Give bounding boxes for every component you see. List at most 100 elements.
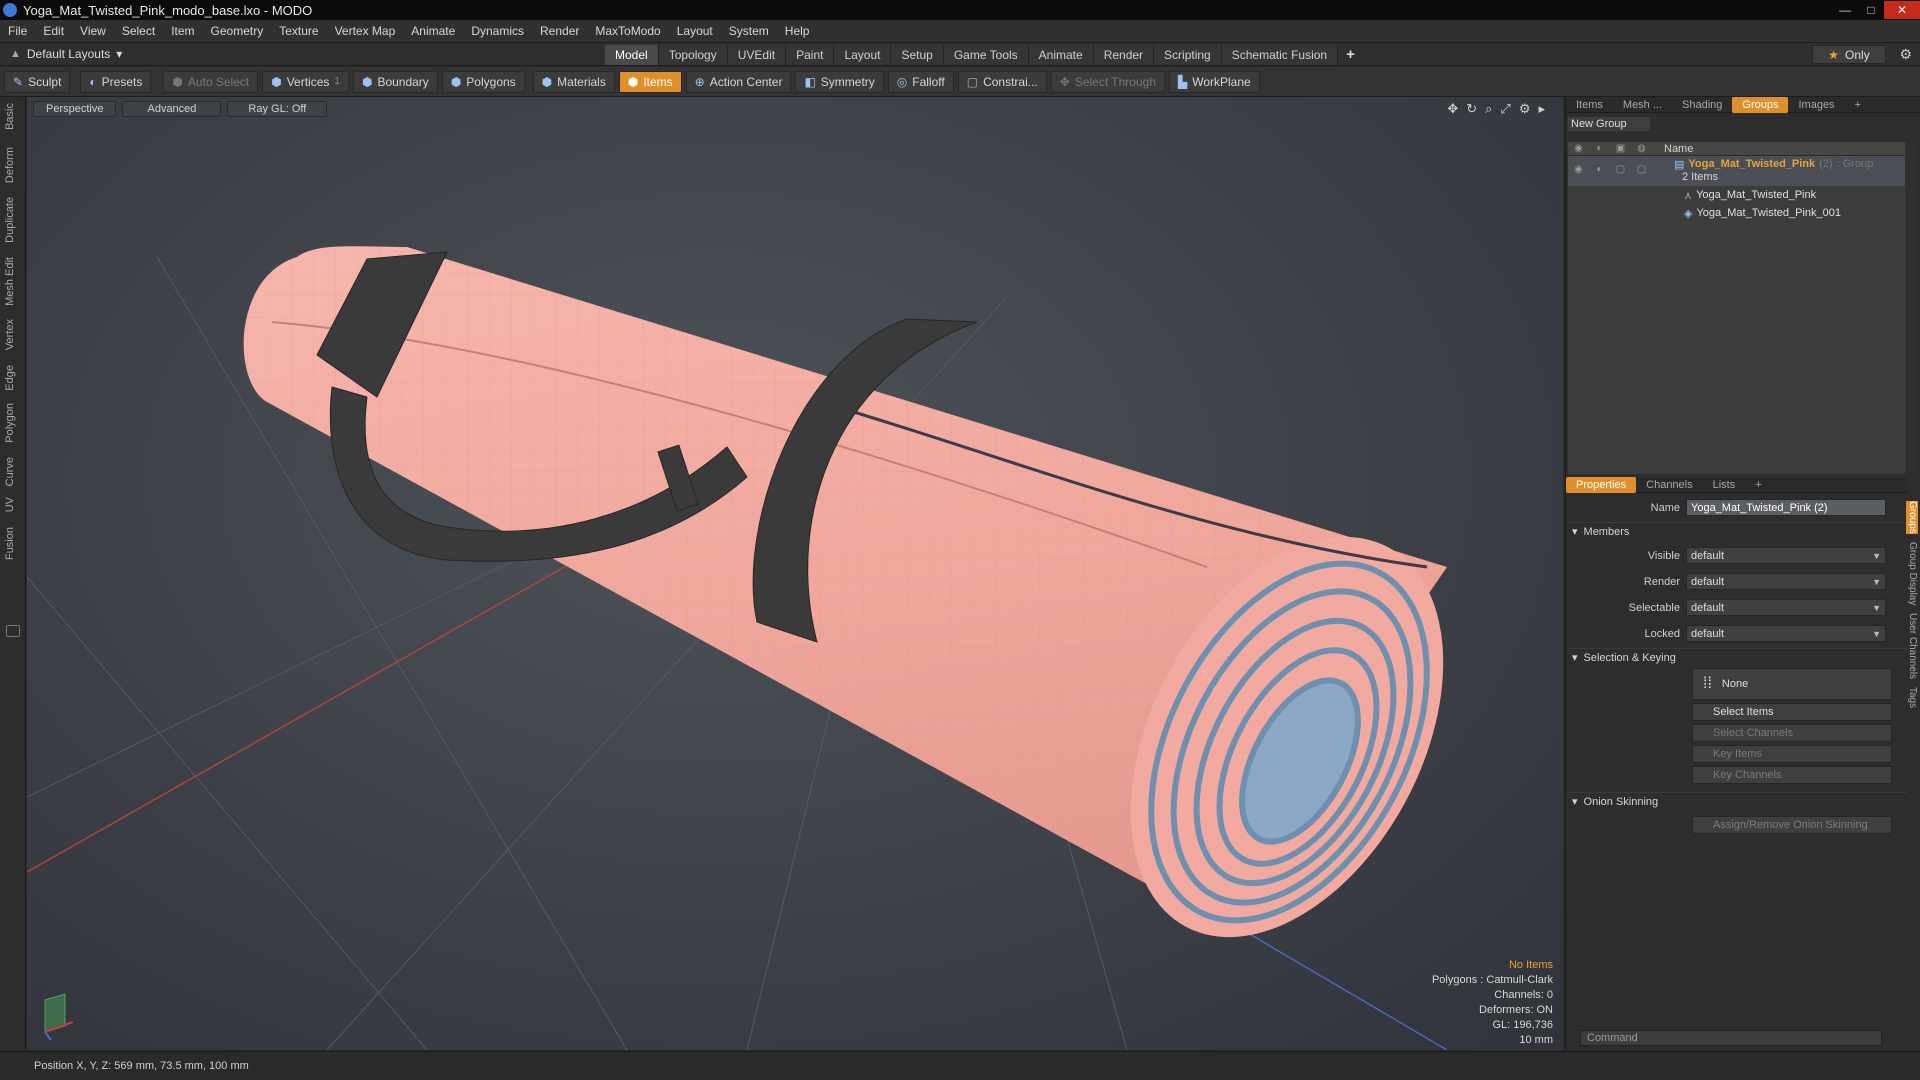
- tab-layout[interactable]: Layout: [834, 45, 892, 65]
- menu-system[interactable]: System: [721, 20, 777, 43]
- keying-mode-button[interactable]: ⁞⁞ None: [1692, 668, 1892, 700]
- only-button[interactable]: ★ Only: [1812, 45, 1886, 64]
- gear-icon[interactable]: ⚙: [1899, 46, 1912, 63]
- tab-images[interactable]: Images: [1788, 97, 1844, 113]
- visible-dropdown[interactable]: default ▼: [1686, 547, 1886, 564]
- menu-select[interactable]: Select: [114, 20, 163, 43]
- expand-panel-icon[interactable]: [6, 625, 20, 637]
- raygl-toggle[interactable]: Ray GL: Off: [227, 101, 328, 117]
- group-child-row[interactable]: ⋏ Yoga_Mat_Twisted_Pink: [1568, 186, 1905, 204]
- maximize-button[interactable]: □: [1858, 1, 1884, 19]
- maximize-viewport-icon[interactable]: ⤢: [1500, 101, 1510, 117]
- menu-view[interactable]: View: [72, 20, 114, 43]
- vertices-button[interactable]: ⬢ Vertices 1: [262, 70, 349, 93]
- tab-setup[interactable]: Setup: [891, 45, 944, 65]
- menu-layout[interactable]: Layout: [669, 20, 721, 43]
- menu-render[interactable]: Render: [532, 20, 587, 43]
- tab-render[interactable]: Render: [1093, 45, 1155, 65]
- tab-properties[interactable]: Properties: [1566, 476, 1637, 493]
- symmetry-button[interactable]: ◧ Symmetry: [795, 70, 884, 93]
- constraints-button[interactable]: ▢ Constrai...: [957, 70, 1047, 93]
- view-perspective-button[interactable]: Perspective: [33, 101, 117, 117]
- selection-keying-section[interactable]: ▾ Selection & Keying: [1566, 648, 1907, 666]
- items-button[interactable]: ⬢ Items: [618, 70, 682, 93]
- tab-topology[interactable]: Topology: [658, 45, 728, 65]
- tab-scripting[interactable]: Scripting: [1154, 45, 1222, 65]
- name-field[interactable]: Yoga_Mat_Twisted_Pink (2): [1686, 499, 1886, 516]
- tab-groups[interactable]: Groups: [1732, 96, 1789, 113]
- visibility-toggle-icon[interactable]: ◉: [1568, 164, 1589, 175]
- render-dropdown[interactable]: default ▼: [1686, 573, 1886, 590]
- menu-maxtomodo[interactable]: MaxToModo: [587, 20, 668, 43]
- lock-toggle-icon[interactable]: ▢: [1610, 164, 1631, 175]
- workplane-button[interactable]: ▙ WorkPlane: [1169, 70, 1260, 93]
- left-tab-polygon[interactable]: Polygon: [4, 403, 22, 443]
- select-toggle-icon[interactable]: ▢: [1631, 164, 1652, 175]
- presets-button[interactable]: ◐ Presets: [80, 70, 152, 93]
- menu-geometry[interactable]: Geometry: [203, 20, 272, 43]
- onion-skinning-section[interactable]: ▾ Onion Skinning: [1566, 792, 1907, 810]
- left-tab-mesh-edit[interactable]: Mesh Edit: [4, 257, 22, 306]
- falloff-button[interactable]: ◎ Falloff: [887, 70, 954, 93]
- tab-lists[interactable]: Lists: [1703, 477, 1746, 493]
- tab-shading[interactable]: Shading: [1672, 97, 1732, 113]
- rotate-icon[interactable]: ↻: [1466, 101, 1477, 117]
- tab-schematic-fusion[interactable]: Schematic Fusion: [1221, 45, 1339, 65]
- side-tab-group-display[interactable]: Group Display: [1906, 542, 1918, 605]
- menu-edit[interactable]: Edit: [35, 20, 72, 43]
- side-tab-user-channels[interactable]: User Channels: [1906, 613, 1918, 679]
- onion-skinning-button[interactable]: Assign/Remove Onion Skinning: [1692, 816, 1892, 834]
- select-channels-button[interactable]: Select Channels: [1692, 724, 1892, 742]
- tab-uvedit[interactable]: UVEdit: [727, 45, 787, 65]
- tab-model[interactable]: Model: [605, 45, 659, 65]
- minimize-button[interactable]: —: [1832, 1, 1858, 19]
- pan-icon[interactable]: ✥: [1447, 101, 1458, 117]
- tab-items[interactable]: Items: [1566, 97, 1613, 113]
- tab-game-tools[interactable]: Game Tools: [943, 45, 1029, 65]
- command-input[interactable]: Command: [1580, 1030, 1882, 1046]
- group-child-row[interactable]: ◈ Yoga_Mat_Twisted_Pink_001: [1568, 204, 1905, 222]
- render-toggle-icon[interactable]: ◐: [1589, 164, 1610, 175]
- close-button[interactable]: ✕: [1884, 1, 1920, 19]
- left-tab-vertex[interactable]: Vertex: [4, 319, 22, 350]
- left-tab-curve[interactable]: Curve: [4, 457, 22, 486]
- side-tab-tags[interactable]: Tags: [1906, 687, 1918, 708]
- menu-texture[interactable]: Texture: [271, 20, 326, 43]
- play-icon[interactable]: ▸: [1538, 101, 1545, 117]
- selectable-dropdown[interactable]: default ▼: [1686, 599, 1886, 616]
- menu-animate[interactable]: Animate: [403, 20, 463, 43]
- add-panel-tab[interactable]: +: [1845, 97, 1871, 113]
- key-items-button[interactable]: Key Items: [1692, 745, 1892, 763]
- menu-help[interactable]: Help: [777, 20, 818, 43]
- locked-dropdown[interactable]: default ▼: [1686, 625, 1886, 642]
- new-group-button[interactable]: New Group: [1568, 117, 1650, 131]
- viewport-settings-icon[interactable]: ⚙: [1519, 101, 1531, 117]
- auto-select-button[interactable]: ⬢ Auto Select: [163, 70, 259, 93]
- left-tab-basic[interactable]: Basic: [4, 103, 22, 130]
- select-items-button[interactable]: Select Items: [1692, 703, 1892, 721]
- sculpt-button[interactable]: ✎ Sculpt: [4, 70, 71, 93]
- tab-mesh[interactable]: Mesh ...: [1613, 97, 1672, 113]
- tab-paint[interactable]: Paint: [786, 45, 835, 65]
- members-section[interactable]: ▾ Members: [1566, 522, 1907, 540]
- menu-item[interactable]: Item: [163, 20, 202, 43]
- tab-channels[interactable]: Channels: [1636, 477, 1702, 493]
- select-through-button[interactable]: ✥ Select Through: [1050, 70, 1165, 93]
- left-tab-duplicate[interactable]: Duplicate: [4, 197, 22, 243]
- menu-file[interactable]: File: [0, 20, 35, 43]
- polygons-button[interactable]: ⬢ Polygons: [441, 70, 525, 93]
- viewport-3d[interactable]: Perspective Advanced Ray GL: Off ✥ ↻ ⌕ ⤢…: [27, 97, 1563, 1050]
- key-channels-button[interactable]: Key Channels: [1692, 766, 1892, 784]
- add-tab-button[interactable]: +: [1338, 45, 1363, 65]
- add-properties-tab[interactable]: +: [1745, 477, 1771, 493]
- side-tab-groups[interactable]: Groups: [1906, 501, 1918, 534]
- groups-scrollbar[interactable]: [1905, 142, 1917, 474]
- zoom-icon[interactable]: ⌕: [1485, 101, 1492, 117]
- boundary-button[interactable]: ⬢ Boundary: [352, 70, 438, 93]
- menu-dynamics[interactable]: Dynamics: [463, 20, 532, 43]
- left-tab-edge[interactable]: Edge: [4, 365, 22, 391]
- left-tab-deform[interactable]: Deform: [4, 147, 22, 183]
- tab-animate[interactable]: Animate: [1028, 45, 1094, 65]
- layout-dropdown[interactable]: ▲ Default Layouts ▾: [10, 47, 150, 61]
- shading-advanced-button[interactable]: Advanced: [122, 101, 222, 117]
